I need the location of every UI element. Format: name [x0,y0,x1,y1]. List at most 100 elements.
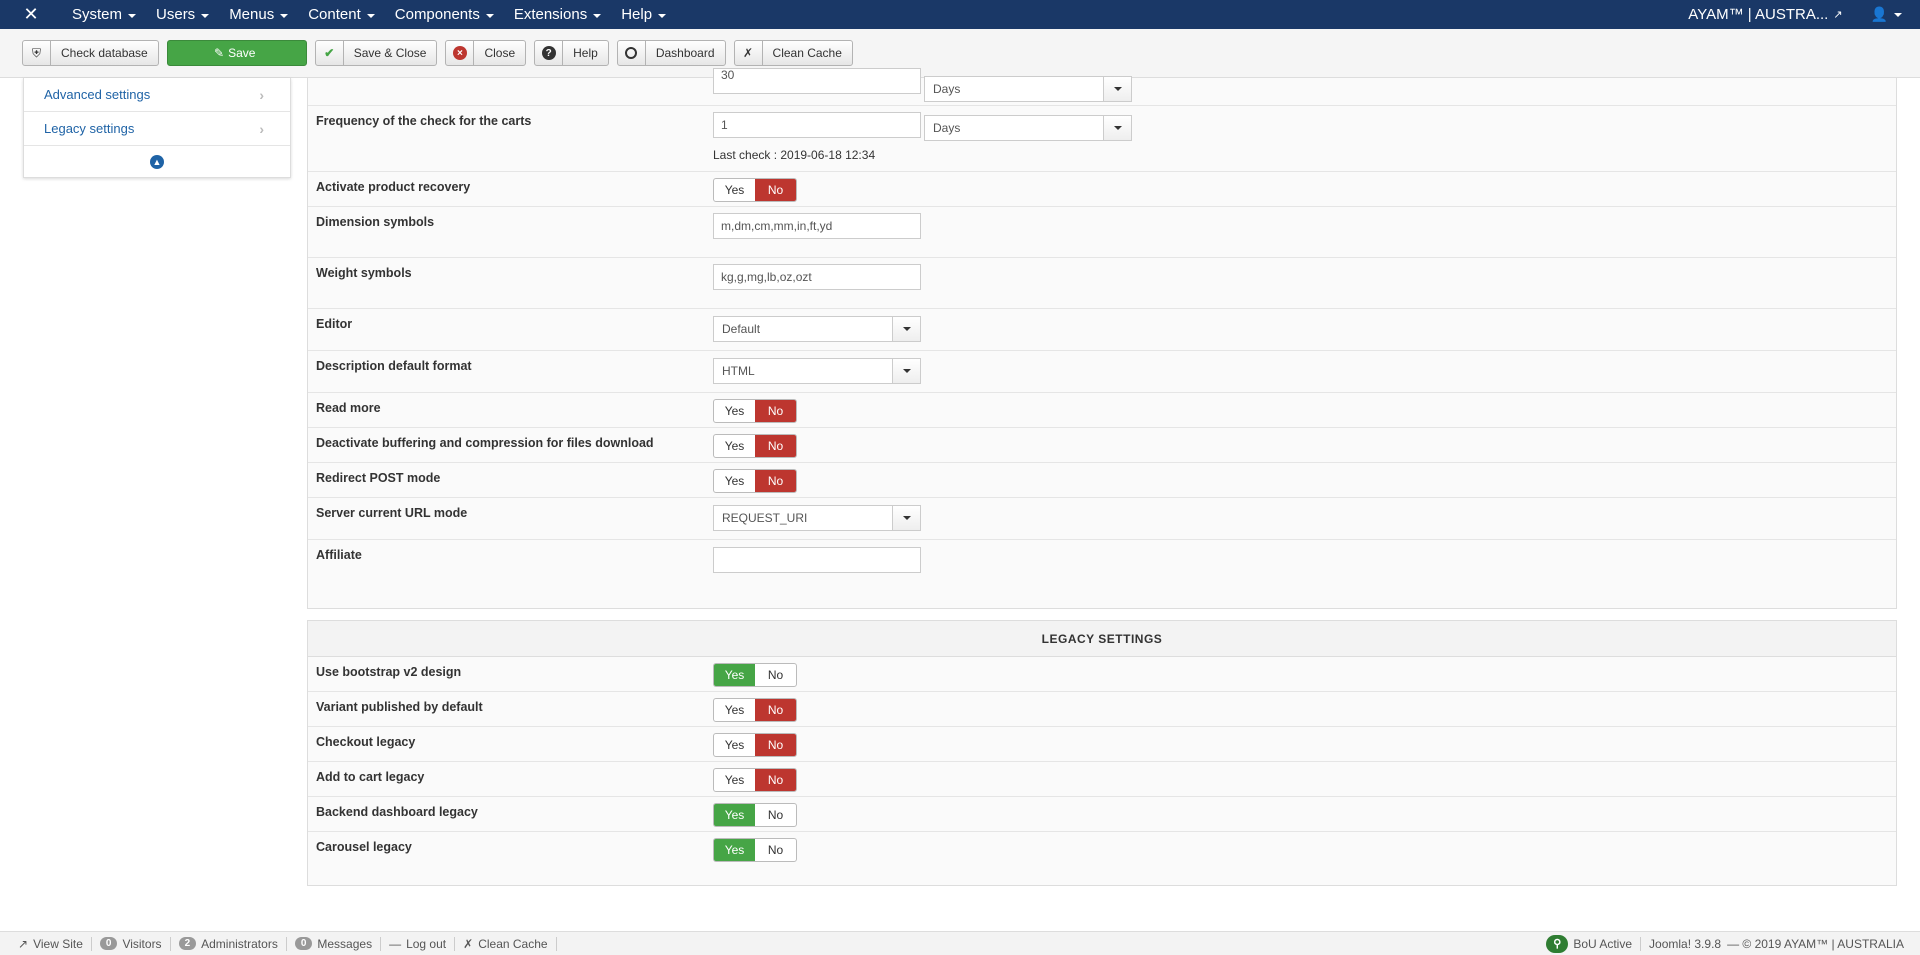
product-recovery-toggle: Yes No [713,178,797,202]
bou-status[interactable]: ⚲ BoU Active [1538,934,1642,953]
no-option[interactable]: No [755,769,796,791]
version-info: Joomla! 3.9.8 — © 2019 AYAM™ | AUSTRALIA [1649,936,1904,951]
no-option[interactable]: No [755,435,796,457]
chevron-up-icon: ▲ [150,155,164,169]
yes-option[interactable]: Yes [714,804,755,826]
clean-cache-button[interactable]: ✗ Clean Cache [733,40,853,66]
caret-down-icon [485,13,494,18]
joomla-logo-icon[interactable]: ✕ [0,0,62,29]
view-site-link[interactable]: ↗ View Site [10,936,92,951]
no-option[interactable]: No [755,839,796,861]
caret-down-icon [892,506,920,530]
setting-row-product-recovery: Activate product recovery Yes No [308,172,1896,207]
setting-row-weight-symbols: Weight symbols kg,g,mg,lb,oz,ozt [308,258,1896,309]
status-bar: ↗ View Site 0 Visitors 2 Administrators … [0,931,1920,955]
no-option[interactable]: No [755,699,796,721]
setting-row-redirect-post: Redirect POST mode Yes No [308,463,1896,498]
save-close-button[interactable]: ✔ Save & Close [314,40,438,66]
carousel-legacy-toggle: Yes No [713,838,797,862]
legacy-settings-header: LEGACY SETTINGS [308,621,1896,657]
sidebar-item-advanced-settings[interactable]: Advanced settings › [24,78,290,112]
legacy-settings-panel: LEGACY SETTINGS Use bootstrap v2 design … [307,620,1897,886]
bou-icon: ⚲ [1546,934,1569,953]
setting-row-editor: Editor Default [308,309,1896,351]
menu-content[interactable]: Content [298,0,385,29]
no-option[interactable]: No [755,734,796,756]
setting-row-read-more: Read more Yes No [308,393,1896,428]
dashboard-button[interactable]: Dashboard [616,40,726,66]
chevron-right-icon: › [259,120,264,137]
server-url-mode-select[interactable]: REQUEST_URI [713,505,921,531]
menu-components[interactable]: Components [385,0,504,29]
weight-symbols-input[interactable]: kg,g,mg,lb,oz,ozt [713,264,921,290]
freq-carts-input[interactable]: 1 [713,112,921,138]
broom-icon: ✗ [463,936,474,951]
administrators-link[interactable]: 2 Administrators [171,936,287,951]
check-database-button[interactable]: ⛨ Check database [22,40,159,66]
messages-link[interactable]: 0 Messages [287,936,382,951]
caret-down-icon [366,13,375,18]
yes-option[interactable]: Yes [714,734,755,756]
affiliate-input[interactable] [713,547,921,573]
setting-row-partial: 30 Days [308,68,1896,106]
close-button[interactable]: × Close [445,40,527,66]
yes-option[interactable]: Yes [714,839,755,861]
add-to-cart-legacy-toggle: Yes No [713,768,797,792]
setting-row-freq-carts: Frequency of the check for the carts 1 D… [308,106,1896,172]
visitors-link[interactable]: 0 Visitors [92,936,171,951]
legacy-row-backend-dashboard-legacy: Backend dashboard legacy Yes No [308,797,1896,832]
no-option[interactable]: No [755,470,796,492]
no-option[interactable]: No [755,804,796,826]
menu-help[interactable]: Help [611,0,676,29]
top-navbar: ✕ System Users Menus Content Components … [0,0,1920,29]
setting-row-affiliate: Affiliate [308,540,1896,608]
status-clean-cache-link[interactable]: ✗ Clean Cache [455,936,557,951]
yes-option[interactable]: Yes [714,470,755,492]
setting-row-server-url-mode: Server current URL mode REQUEST_URI [308,498,1896,540]
user-icon: 👤 [1870,6,1888,22]
sidebar-collapse-button[interactable]: ▲ [24,146,290,178]
site-link[interactable]: AYAM™ | AUSTRA... ↗ [1674,6,1856,23]
menu-users[interactable]: Users [146,0,219,29]
caret-down-icon [280,13,289,18]
logout-link[interactable]: — Log out [381,936,456,951]
user-menu[interactable]: 👤 [1857,6,1920,23]
partial-unit-select[interactable]: Days [924,76,1132,102]
broom-icon: ✗ [735,41,763,65]
menu-extensions[interactable]: Extensions [504,0,611,29]
freq-carts-unit-select[interactable]: Days [924,115,1132,141]
settings-panel: 30 Days Frequency of the check for the c… [307,68,1897,609]
sidebar-item-legacy-settings[interactable]: Legacy settings › [24,112,290,146]
menu-menus[interactable]: Menus [219,0,298,29]
navbar-right: AYAM™ | AUSTRA... ↗ 👤 [1674,0,1920,29]
backend-dashboard-legacy-toggle: Yes No [713,803,797,827]
help-button[interactable]: ? Help [534,40,609,66]
partial-input[interactable]: 30 [713,68,921,94]
messages-badge: 0 [294,937,313,950]
no-option[interactable]: No [755,400,796,422]
caret-down-icon [892,317,920,341]
yes-option[interactable]: Yes [714,179,755,201]
yes-option[interactable]: Yes [714,435,755,457]
dashboard-icon [625,47,638,59]
admins-badge: 2 [178,937,197,950]
caret-down-icon [593,13,602,18]
no-option[interactable]: No [755,179,796,201]
menu-system[interactable]: System [62,0,146,29]
yes-option[interactable]: Yes [714,400,755,422]
check-icon: ✔ [316,41,344,65]
yes-option[interactable]: Yes [714,769,755,791]
setting-row-dimension-symbols: Dimension symbols m,dm,cm,mm,in,ft,yd [308,207,1896,258]
shield-icon: ⛨ [23,41,51,65]
sidebar: Advanced settings › Legacy settings › ▲ [23,78,291,178]
setting-row-deactivate-buffering: Deactivate buffering and compression for… [308,428,1896,463]
dimension-symbols-input[interactable]: m,dm,cm,mm,in,ft,yd [713,213,921,239]
save-button[interactable]: ✎ Save [166,40,307,66]
yes-option[interactable]: Yes [714,699,755,721]
desc-format-select[interactable]: HTML [713,358,921,384]
no-option[interactable]: No [755,664,796,686]
status-bar-right: ⚲ BoU Active Joomla! 3.9.8 — © 2019 AYAM… [1538,932,1920,955]
yes-option[interactable]: Yes [714,664,755,686]
editor-select[interactable]: Default [713,316,921,342]
toolbar: ⛨ Check database ✎ Save ✔ Save & Close ×… [0,29,1920,78]
